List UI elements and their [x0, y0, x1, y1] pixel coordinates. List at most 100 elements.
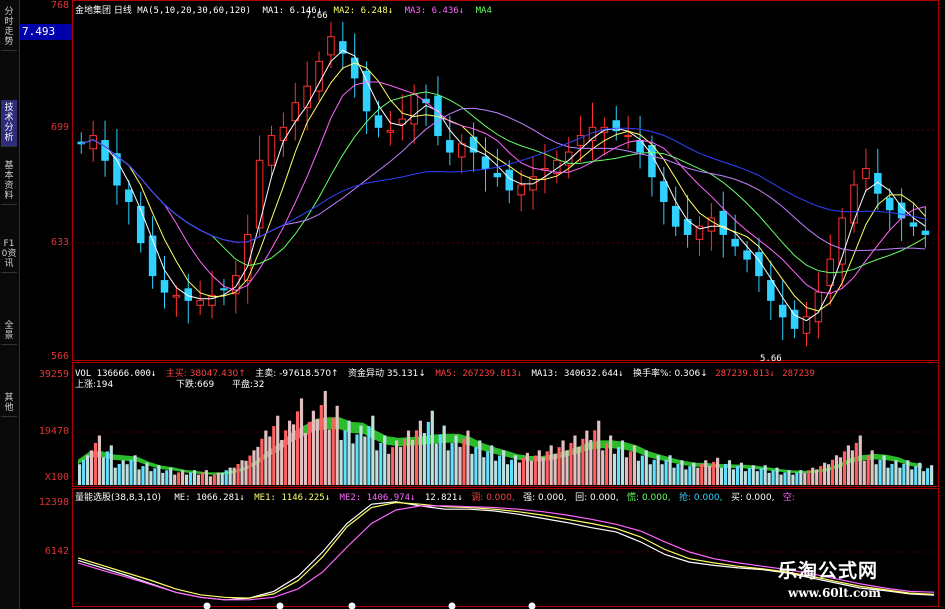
volume-bar-50-2 [680, 460, 684, 485]
sidebar-tab-2[interactable]: 基本资料 [1, 158, 17, 205]
volume-bar-7-1 [165, 470, 169, 485]
candle-body-31 [446, 140, 454, 153]
volume-bar-22-2 [347, 420, 351, 485]
price-tick-a: 699 [50, 122, 69, 133]
volume-bar-34-1 [486, 451, 490, 485]
volume-bar-50-0 [672, 467, 676, 485]
volume-bar-67-2 [882, 455, 886, 485]
volume-bar-39-1 [545, 451, 549, 485]
volume-bar-61-0 [803, 472, 807, 485]
signal-dot-2 [348, 602, 356, 609]
candle-body-25 [374, 115, 383, 128]
flow-value: 资金异动 35.131↓ [348, 369, 426, 379]
volume-bar-12-0 [220, 472, 224, 485]
volume-bar-65-0 [850, 450, 854, 485]
volume-bar-55-0 [731, 469, 736, 485]
volume-bar-70-2 [918, 462, 922, 485]
volume-bar-38-1 [533, 455, 537, 485]
ma-line-3 [81, 81, 926, 295]
volume-bar-12-1 [224, 470, 228, 485]
volume-bar-30-2 [442, 425, 446, 485]
volume-bar-63-2 [834, 455, 839, 485]
volume-bar-63-0 [827, 464, 831, 485]
volume-bar-18-2 [299, 398, 304, 485]
volume-bar-4-2 [133, 455, 137, 485]
signal-dot-4 [528, 602, 536, 609]
volume-bar-28-0 [410, 439, 415, 485]
volume-bar-49-1 [664, 459, 668, 485]
volume-bar-11-1 [212, 474, 216, 485]
ma4-value: MA4 [475, 6, 492, 16]
kline-chart[interactable] [72, 0, 945, 609]
volume-bar-26-2 [395, 440, 399, 485]
volume-bar-16-0 [268, 436, 272, 485]
signal-5: 抢: 0.000, [679, 493, 723, 503]
volume-bar-43-2 [597, 420, 601, 485]
ma13-value: MA13: 340632.644↓ [531, 369, 624, 379]
candle-body-32 [457, 143, 466, 158]
volume-bar-31-1 [450, 442, 454, 485]
volume-bar-28-1 [414, 430, 419, 485]
volume-bar-56-2 [751, 465, 755, 485]
candle-body-58 [767, 280, 775, 301]
vol-sub-down: 下跌:669 [176, 380, 215, 390]
candle-body-71 [921, 230, 930, 235]
volume-bar-36-2 [513, 455, 518, 485]
candle-body-69 [897, 202, 906, 219]
volume-bar-29-1 [426, 421, 430, 485]
volume-bar-18-0 [292, 424, 296, 485]
ind-extra: 12.821↓ [424, 493, 463, 503]
volume-bar-36-0 [506, 464, 510, 485]
indicator-line-ME1 [77, 501, 935, 599]
volume-bar-61-2 [811, 467, 815, 485]
volume-bar-8-2 [181, 470, 185, 485]
volume-bar-41-2 [573, 435, 577, 485]
volume-bar-24-0 [363, 436, 367, 485]
volume-bar-22-1 [343, 430, 347, 485]
sidebar-tab-3[interactable]: F10资讯 [1, 236, 17, 273]
volume-bar-46-1 [628, 451, 633, 485]
volume-bar-23-2 [359, 425, 363, 485]
volume-bar-48-2 [656, 455, 660, 485]
candle-body-55 [731, 238, 739, 247]
volume-bar-33-1 [474, 447, 478, 485]
volume-bar-64-1 [842, 451, 847, 485]
volume-bar-62-2 [823, 462, 827, 485]
ma5-value: MA5: 267239.813↓ [435, 369, 523, 379]
volume-bar-19-0 [303, 433, 308, 485]
volume-bar-41-0 [565, 450, 569, 485]
candle-body-2 [101, 140, 109, 161]
volume-bar-5-0 [137, 469, 141, 485]
volume-bar-30-1 [438, 434, 442, 485]
volume-bar-59-1 [783, 472, 787, 485]
volume-bar-21-0 [327, 429, 331, 485]
volume-bar-40-0 [553, 453, 557, 485]
sidebar-tab-1[interactable]: 技术分析 [1, 100, 17, 147]
candle-body-12 [220, 288, 228, 291]
volume-bar-26-0 [387, 453, 391, 485]
volume-bar-14-2 [252, 450, 256, 485]
volume-bar-52-2 [704, 460, 708, 485]
volume-bar-60-0 [791, 474, 795, 485]
sidebar-tab-5[interactable]: 其他 [1, 390, 17, 417]
volume-bar-39-2 [549, 445, 553, 485]
volume-bar-58-2 [775, 467, 779, 485]
sidebar-tab-0[interactable]: 分时走势 [1, 4, 17, 51]
sidebar-tab-4[interactable]: 全景 [1, 318, 17, 345]
volume-bar-44-1 [605, 442, 609, 485]
chart-header: 金地集团 日线 MA(5,10,20,30,60,120) MA1: 6.146… [75, 3, 492, 16]
volume-bar-52-0 [696, 467, 700, 485]
volume-bar-56-0 [743, 471, 747, 485]
volume-bar-31-0 [446, 450, 450, 485]
volume-bar-49-0 [660, 464, 664, 485]
volume-bar-1-2 [97, 435, 101, 485]
volume-bar-54-0 [720, 467, 724, 485]
high-marker: 7.66 [306, 11, 328, 21]
candle-body-37 [517, 184, 525, 196]
volume-bar-9-1 [188, 472, 193, 485]
volume-bar-5-1 [141, 466, 145, 485]
vol-tick-top: 39259 [38, 369, 69, 380]
volume-bar-12-2 [228, 467, 232, 485]
volume-bar-3-0 [113, 467, 117, 485]
volume-bar-56-1 [747, 468, 751, 485]
